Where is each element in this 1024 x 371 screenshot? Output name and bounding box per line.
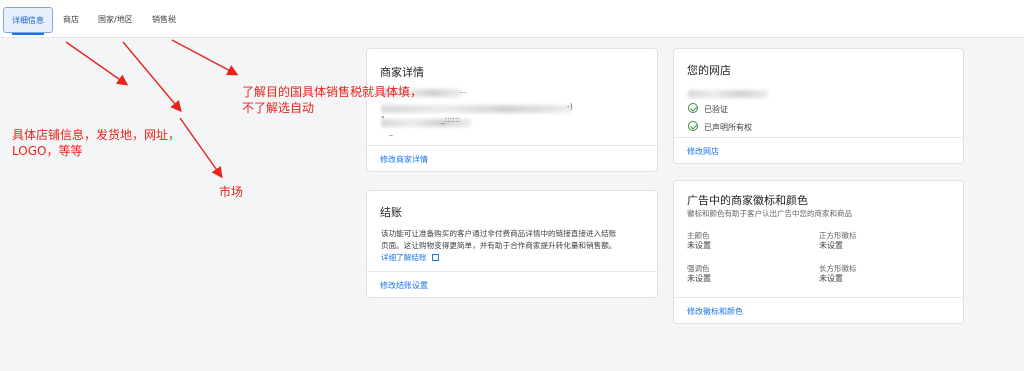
annotation-store-info-line1: 具体店铺信息，发货地，网址， (12, 128, 181, 142)
accent-color-value: 未设置 (687, 274, 711, 283)
tab-country-region[interactable]: 国家/地区 (90, 7, 141, 33)
checkout-footer: 修改结账设置 (367, 271, 657, 297)
checkout-title: 结账 (380, 206, 402, 219)
arrow-to-market (179, 117, 223, 179)
brand-card-title: 广告中的商家徽标和颜色 (687, 194, 808, 207)
redacted-store-url (688, 90, 768, 98)
annotation-sales-tax: 了解目的国具体销售税就具体填， 不了解选自动 (242, 84, 422, 116)
arrow-to-store-tab (65, 41, 129, 86)
learn-more-checkout-label: 详细了解结账 (381, 253, 427, 262)
edit-merchant-details-link[interactable]: 修改商家详情 (380, 154, 428, 165)
top-tab-bar: 详细信息 商店 国家/地区 销售税 (0, 0, 1024, 38)
checkout-description-line1: 该功能可让准备购买的客户通过非付费商品详情中的链接直接进入结账 (381, 229, 617, 238)
annotation-store-info: 具体店铺信息，发货地，网址， LOGO，等等 (12, 127, 180, 159)
rect-logo-value: 未设置 (819, 274, 843, 283)
annotation-sales-tax-line2: 不了解选自动 (242, 101, 315, 115)
annotation-store-info-line2: LOGO，等等 (12, 144, 83, 158)
edit-online-store-link[interactable]: 修改网店 (687, 146, 719, 157)
online-store-title: 您的网店 (687, 64, 731, 77)
external-link-icon (431, 254, 439, 261)
online-store-card: 您的网店 已验证 已声明所有权 修改网店 (673, 48, 964, 164)
redacted-fragment: " (381, 115, 385, 124)
redacted-fragment: -) (567, 102, 573, 111)
square-logo-value: 未设置 (819, 241, 843, 250)
arrow-to-country-tab (122, 41, 182, 113)
redacted-fragment: ... (459, 86, 467, 95)
redacted-fragment: _:::::: (441, 115, 460, 124)
tab-details[interactable]: 详细信息 (3, 7, 53, 35)
claimed-check-icon (688, 121, 698, 131)
verified-check-icon (688, 103, 698, 113)
tab-sales-tax[interactable]: 销售税 (144, 7, 184, 33)
brand-card-footer: 修改徽标和颜色 (674, 297, 963, 323)
brand-logo-colors-card: 广告中的商家徽标和颜色 徽标和颜色有助于客户认出广告中您的商家和商品 主颜色 未… (673, 180, 964, 324)
redacted-fragment: _ (389, 127, 393, 136)
primary-color-value: 未设置 (687, 241, 711, 250)
merchant-details-footer: 修改商家详情 (367, 145, 657, 171)
checkout-description-line2: 页面。这让购物变得更简单，并有助于合作商家提升转化量和销售额。 (381, 241, 617, 250)
edit-logo-colors-link[interactable]: 修改徽标和颜色 (687, 306, 743, 317)
merchant-details-title: 商家详情 (380, 66, 424, 79)
brand-card-subtitle: 徽标和颜色有助于客户认出广告中您的商家和商品 (687, 209, 852, 218)
learn-more-checkout-link[interactable]: 详细了解结账 (381, 252, 439, 263)
online-store-footer: 修改网店 (674, 137, 963, 163)
annotation-market: 市场 (219, 185, 244, 199)
checkout-card: 结账 该功能可让准备购买的客户通过非付费商品详情中的链接直接进入结账 页面。这让… (366, 190, 658, 298)
status-claimed: 已声明所有权 (704, 123, 752, 132)
arrow-to-sales-tax-tab (171, 39, 239, 76)
annotation-sales-tax-line1: 了解目的国具体销售税就具体填， (242, 85, 423, 99)
edit-checkout-settings-link[interactable]: 修改结账设置 (380, 280, 428, 291)
tab-store[interactable]: 商店 (55, 7, 87, 33)
status-verified: 已验证 (704, 105, 728, 114)
